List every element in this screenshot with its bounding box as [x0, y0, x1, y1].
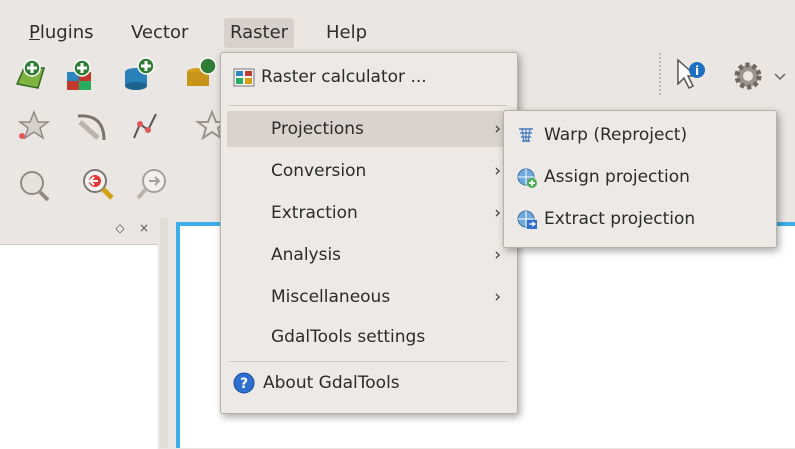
zoom-next-icon[interactable]	[134, 166, 170, 202]
chevron-down-icon[interactable]	[770, 66, 790, 86]
menu-item-warp-reproject[interactable]: Warp (Reproject)	[508, 117, 770, 153]
zoom-last-icon[interactable]	[80, 166, 116, 202]
menu-item-extraction[interactable]: Extraction ›	[227, 195, 511, 231]
menu-raster[interactable]: Raster	[224, 18, 295, 48]
svg-text:i: i	[695, 64, 699, 78]
zoom-full-icon[interactable]	[16, 168, 52, 204]
menu-vector[interactable]: Vector	[125, 18, 194, 48]
chevron-right-icon: ›	[494, 287, 501, 307]
extract-projection-icon	[517, 210, 537, 229]
node-tool-icon[interactable]	[126, 108, 162, 144]
add-raster-layer-icon[interactable]	[62, 58, 98, 94]
toolbar-grip[interactable]	[658, 52, 662, 96]
menu-item-analysis[interactable]: Analysis ›	[227, 237, 511, 273]
svg-text:?: ?	[240, 376, 248, 392]
gear-icon[interactable]	[730, 58, 766, 94]
add-database-layer-icon[interactable]	[122, 56, 158, 92]
menu-item-extract-projection[interactable]: Extract projection	[508, 201, 770, 237]
menu-help[interactable]: Help	[320, 18, 373, 48]
dock-close-button[interactable]: ×	[136, 220, 152, 236]
menu-item-miscellaneous[interactable]: Miscellaneous ›	[227, 279, 511, 315]
raster-menu: Raster calculator ... Projections › Conv…	[220, 52, 518, 414]
projections-submenu: Warp (Reproject) Assign projection Extra…	[503, 110, 777, 248]
identify-features-icon[interactable]: i	[672, 56, 708, 92]
add-spatialite-layer-icon[interactable]	[184, 56, 220, 92]
menu-item-raster-calculator[interactable]: Raster calculator ...	[225, 59, 511, 95]
menu-item-about-gdaltools[interactable]: ? About GdalTools	[227, 365, 511, 401]
digitize-star-icon[interactable]	[16, 108, 52, 144]
add-circular-string-icon[interactable]	[74, 108, 110, 144]
menu-item-conversion[interactable]: Conversion ›	[227, 153, 511, 189]
warp-icon	[519, 127, 533, 143]
dock-splitter[interactable]	[160, 218, 168, 448]
chevron-right-icon: ›	[494, 245, 501, 265]
menu-item-gdaltools-settings[interactable]: GdalTools settings	[227, 319, 511, 355]
raster-calculator-icon	[233, 68, 255, 87]
dock-panel-body	[0, 244, 158, 449]
chevron-right-icon: ›	[494, 161, 501, 181]
menubar: Plugins Vector Raster Help	[0, 0, 795, 56]
assign-projection-icon	[517, 168, 537, 188]
chevron-right-icon: ›	[494, 119, 501, 139]
menu-item-assign-projection[interactable]: Assign projection	[508, 159, 770, 195]
help-icon: ?	[233, 372, 255, 394]
chevron-right-icon: ›	[494, 203, 501, 223]
menu-separator	[229, 105, 507, 106]
menu-plugins[interactable]: Plugins	[23, 18, 99, 48]
menu-item-projections[interactable]: Projections ›	[227, 111, 511, 147]
add-vector-layer-icon[interactable]	[14, 58, 50, 94]
dock-float-button[interactable]: ◇	[112, 220, 128, 236]
menu-separator	[229, 361, 507, 362]
